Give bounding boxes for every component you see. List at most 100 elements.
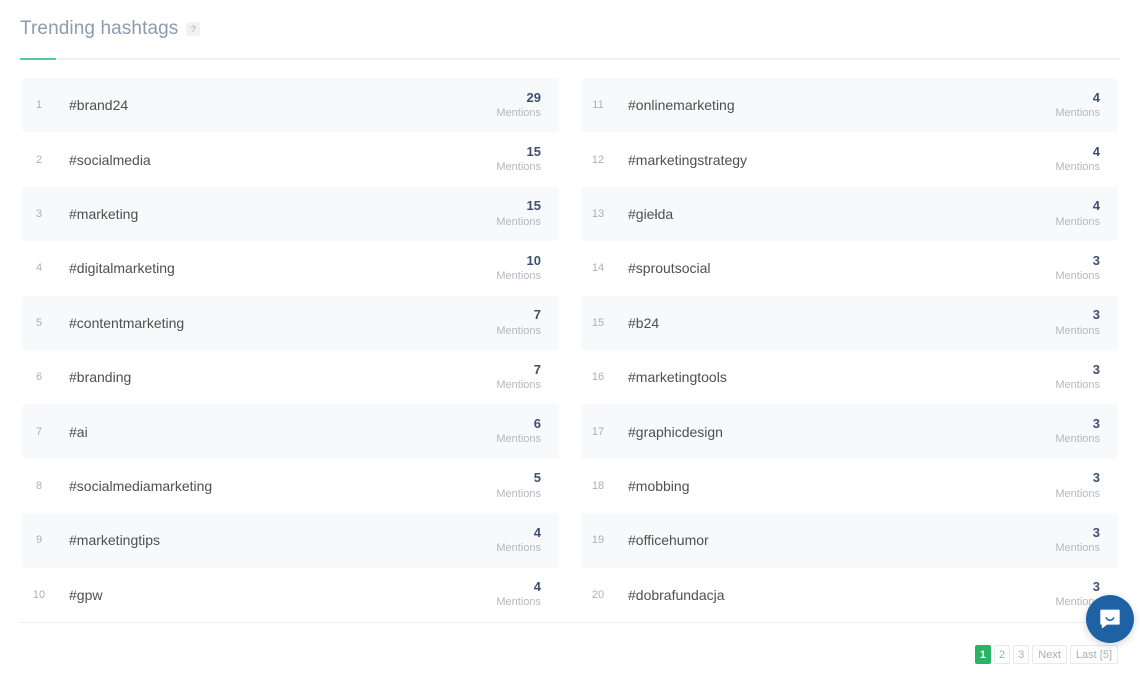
mentions-label: Mentions: [1055, 324, 1100, 337]
hashtag-label[interactable]: #sproutsocial: [615, 260, 1040, 276]
hashtag-label[interactable]: #officehumor: [615, 532, 1040, 548]
mentions-count: 3: [1092, 579, 1100, 595]
rank-number: 16: [591, 371, 605, 384]
rank-number: 10: [32, 588, 46, 601]
mentions-label: Mentions: [496, 433, 541, 446]
hashtag-label[interactable]: #giełda: [615, 206, 1040, 222]
mentions-label: Mentions: [1055, 215, 1100, 228]
rank-number: 20: [591, 588, 605, 601]
hashtag-row[interactable]: 14 #sproutsocial 3 Mentions: [581, 241, 1118, 296]
mentions-label: Mentions: [1055, 378, 1100, 391]
page-title: Trending hashtags: [20, 17, 179, 39]
mentions-count: 4: [533, 579, 541, 595]
page-2[interactable]: 2: [994, 645, 1011, 664]
mentions-metric: 4 Mentions: [1040, 144, 1100, 175]
hashtag-row[interactable]: 10 #gpw 4 Mentions: [22, 567, 559, 622]
hashtag-label[interactable]: #ai: [56, 424, 481, 440]
hashtag-label[interactable]: #mobbing: [615, 478, 1040, 494]
rank-number: 8: [35, 479, 43, 492]
hashtag-label[interactable]: #dobrafundacja: [615, 587, 1040, 603]
hashtag-label[interactable]: #gpw: [56, 587, 481, 603]
mentions-metric: 3 Mentions: [1040, 470, 1100, 501]
mentions-metric: 6 Mentions: [481, 416, 541, 447]
hashtag-row[interactable]: 1 #brand24 29 Mentions: [22, 78, 559, 133]
rank-number: 3: [35, 207, 43, 220]
hashtag-row[interactable]: 4 #digitalmarketing 10 Mentions: [22, 241, 559, 296]
mentions-count: 3: [1092, 470, 1100, 486]
hashtag-label[interactable]: #brand24: [56, 97, 481, 113]
hashtag-label[interactable]: #marketingtips: [56, 532, 481, 548]
mentions-count: 3: [1092, 252, 1100, 268]
mentions-label: Mentions: [1055, 487, 1100, 500]
hashtag-row[interactable]: 20 #dobrafundacja 3 Mentions: [581, 567, 1118, 622]
help-icon[interactable]: ?: [186, 22, 201, 36]
hashtag-label[interactable]: #marketingtools: [615, 369, 1040, 385]
hashtag-row[interactable]: 11 #onlinemarketing 4 Mentions: [581, 78, 1118, 133]
mentions-metric: 3 Mentions: [1040, 253, 1100, 284]
mentions-label: Mentions: [496, 542, 541, 555]
hashtag-row[interactable]: 9 #marketingtips 4 Mentions: [22, 513, 559, 568]
hashtag-label[interactable]: #contentmarketing: [56, 315, 481, 331]
hashtag-row[interactable]: 2 #socialmedia 15 Mentions: [22, 132, 559, 187]
hashtag-row[interactable]: 8 #socialmediamarketing 5 Mentions: [22, 458, 559, 514]
hashtag-row[interactable]: 16 #marketingtools 3 Mentions: [581, 349, 1118, 405]
mentions-count: 3: [1092, 361, 1100, 377]
mentions-count: 3: [1092, 416, 1100, 432]
hashtag-label[interactable]: #b24: [615, 315, 1040, 331]
hashtag-row[interactable]: 17 #graphicdesign 3 Mentions: [581, 404, 1118, 459]
rank-number: 7: [35, 425, 43, 438]
mentions-metric: 3 Mentions: [1040, 416, 1100, 447]
hashtag-label[interactable]: #onlinemarketing: [615, 97, 1040, 113]
mentions-count: 4: [1092, 144, 1100, 160]
mentions-label: Mentions: [496, 106, 541, 119]
hashtag-label[interactable]: #socialmedia: [56, 152, 481, 168]
rank-number: 13: [591, 207, 605, 220]
mentions-count: 15: [526, 198, 541, 214]
mentions-metric: 3 Mentions: [1040, 525, 1100, 556]
mentions-count: 3: [1092, 524, 1100, 540]
mentions-count: 29: [526, 89, 541, 105]
mentions-label: Mentions: [496, 596, 541, 609]
mentions-label: Mentions: [1055, 542, 1100, 555]
mentions-metric: 15 Mentions: [481, 144, 541, 175]
rank-number: 5: [35, 316, 43, 329]
hashtag-row[interactable]: 5 #contentmarketing 7 Mentions: [22, 295, 559, 350]
rank-number: 6: [35, 371, 43, 384]
hashtag-row[interactable]: 7 #ai 6 Mentions: [22, 404, 559, 459]
intercom-launcher-button[interactable]: [1086, 595, 1134, 643]
mentions-metric: 3 Mentions: [1040, 362, 1100, 393]
hashtag-label[interactable]: #branding: [56, 369, 481, 385]
mentions-metric: 3 Mentions: [1040, 307, 1100, 338]
rank-number: 15: [591, 316, 605, 329]
hashtag-row[interactable]: 13 #giełda 4 Mentions: [581, 186, 1118, 242]
mentions-count: 4: [1092, 198, 1100, 214]
footer-divider: [20, 622, 1120, 623]
hashtag-label[interactable]: #marketing: [56, 206, 481, 222]
hashtag-label[interactable]: #digitalmarketing: [56, 260, 481, 276]
hashtag-label[interactable]: #marketingstrategy: [615, 152, 1040, 168]
page-last[interactable]: Last [5]: [1069, 645, 1118, 664]
hashtag-columns: 1 #brand24 29 Mentions 2 #socialmedia 15 Mentio…: [0, 78, 1140, 622]
page-next[interactable]: Next: [1032, 645, 1067, 664]
hashtag-row[interactable]: 19 #officehumor 3 Mentions: [581, 513, 1118, 568]
mentions-metric: 7 Mentions: [481, 307, 541, 338]
trending-hashtags-widget: Trending hashtags ? 1 #brand24 29 Mentions 2…: [0, 0, 1140, 684]
mentions-label: Mentions: [496, 270, 541, 283]
hashtag-label[interactable]: #socialmediamarketing: [56, 478, 481, 494]
widget-header: Trending hashtags ?: [0, 0, 1140, 56]
mentions-metric: 7 Mentions: [481, 362, 541, 393]
hashtag-row[interactable]: 18 #mobbing 3 Mentions: [581, 458, 1118, 514]
hashtag-row[interactable]: 12 #marketingstrategy 4 Mentions: [581, 132, 1118, 187]
page-3[interactable]: 3: [1013, 645, 1030, 664]
mentions-label: Mentions: [1055, 161, 1100, 174]
page-1[interactable]: 1: [974, 645, 992, 664]
hashtag-row[interactable]: 6 #branding 7 Mentions: [22, 349, 559, 405]
mentions-count: 4: [533, 524, 541, 540]
hashtag-row[interactable]: 3 #marketing 15 Mentions: [22, 186, 559, 242]
header-accent-bar: [20, 58, 56, 60]
chat-bubble-icon: [1098, 607, 1122, 631]
hashtag-row[interactable]: 15 #b24 3 Mentions: [581, 295, 1118, 350]
rank-number: 14: [591, 262, 605, 275]
hashtag-label[interactable]: #graphicdesign: [615, 424, 1040, 440]
mentions-count: 3: [1092, 307, 1100, 323]
